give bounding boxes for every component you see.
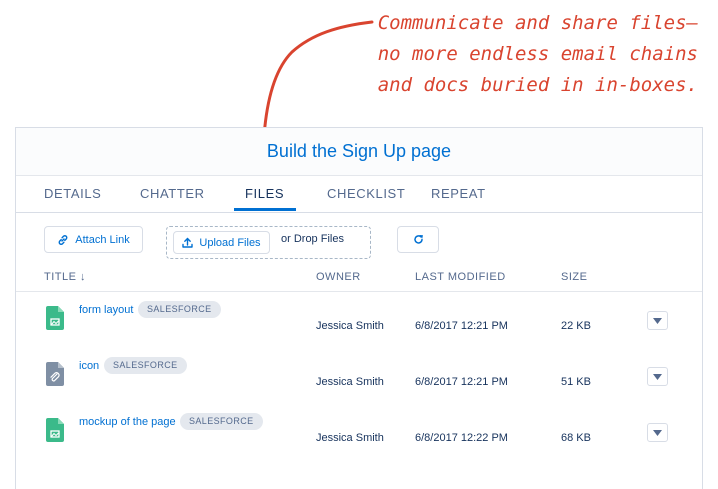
chevron-down-icon: [653, 373, 662, 380]
annotation-line-2: no more endless email chains: [377, 43, 698, 65]
table-row: mockup of the page SALESFORCE Jessica Sm…: [16, 404, 702, 460]
source-badge: SALESFORCE: [104, 357, 187, 374]
owner-cell: Jessica Smith: [316, 320, 384, 332]
file-name-link[interactable]: form layout: [79, 304, 133, 316]
refresh-icon: [413, 235, 423, 244]
last-modified-cell: 6/8/2017 12:21 PM: [415, 376, 508, 388]
tab-bar: DETAILS CHATTER FILES CHECKLIST REPEAT: [16, 176, 702, 213]
size-cell: 51 KB: [561, 376, 591, 388]
files-toolbar: Attach Link Upload Files or Drop Files: [16, 213, 702, 265]
row-actions-button[interactable]: [647, 311, 668, 330]
tab-repeat[interactable]: REPEAT: [431, 186, 486, 201]
tab-details[interactable]: DETAILS: [44, 186, 101, 201]
column-last-modified[interactable]: LAST MODIFIED: [415, 271, 506, 283]
column-owner[interactable]: OWNER: [316, 271, 361, 283]
upload-icon: [182, 237, 194, 248]
last-modified-cell: 6/8/2017 12:22 PM: [415, 432, 508, 444]
table-row: form layout SALESFORCE Jessica Smith 6/8…: [16, 292, 702, 348]
row-actions-button[interactable]: [647, 367, 668, 386]
size-cell: 68 KB: [561, 432, 591, 444]
attach-link-button[interactable]: Attach Link: [44, 226, 143, 253]
upload-files-button[interactable]: Upload Files: [173, 231, 270, 254]
tab-chatter[interactable]: CHATTER: [140, 186, 205, 201]
table-header: TITLE ↓ OWNER LAST MODIFIED SIZE: [16, 265, 702, 292]
attach-link-label: Attach Link: [75, 233, 130, 246]
last-modified-cell: 6/8/2017 12:21 PM: [415, 320, 508, 332]
column-title-label: TITLE: [44, 271, 77, 283]
size-cell: 22 KB: [561, 320, 591, 332]
active-tab-indicator: [234, 208, 296, 211]
tab-checklist[interactable]: CHECKLIST: [327, 186, 405, 201]
image-file-icon: [46, 306, 64, 330]
annotation-line-1: Communicate and share files—: [377, 12, 698, 34]
chevron-down-icon: [653, 317, 662, 324]
column-size[interactable]: SIZE: [561, 271, 587, 283]
chevron-down-icon: [653, 429, 662, 436]
annotation-callout: Communicate and share files— no more end…: [378, 8, 698, 101]
upload-files-label: Upload Files: [199, 236, 261, 249]
image-file-icon: [46, 418, 64, 442]
page-title: Build the Sign Up page: [266, 141, 452, 161]
drop-files-label: or Drop Files: [281, 233, 344, 245]
annotation-line-3: and docs buried in in-boxes.: [377, 74, 698, 96]
arrow-down-icon: ↓: [80, 271, 87, 283]
table-row: icon SALESFORCE Jessica Smith 6/8/2017 1…: [16, 348, 702, 404]
source-badge: SALESFORCE: [138, 301, 221, 318]
owner-cell: Jessica Smith: [316, 376, 384, 388]
refresh-button[interactable]: [397, 226, 439, 253]
tab-files[interactable]: FILES: [245, 186, 284, 201]
link-icon: [58, 234, 68, 245]
file-name-link[interactable]: mockup of the page: [79, 416, 176, 428]
owner-cell: Jessica Smith: [316, 432, 384, 444]
column-title[interactable]: TITLE ↓: [44, 271, 86, 283]
file-name-link[interactable]: icon: [79, 360, 99, 372]
attachment-file-icon: [46, 362, 64, 386]
row-actions-button[interactable]: [647, 423, 668, 442]
source-badge: SALESFORCE: [180, 413, 263, 430]
record-card: Build the Sign Up page DETAILS CHATTER F…: [15, 127, 703, 489]
card-header: Build the Sign Up page: [16, 128, 702, 176]
